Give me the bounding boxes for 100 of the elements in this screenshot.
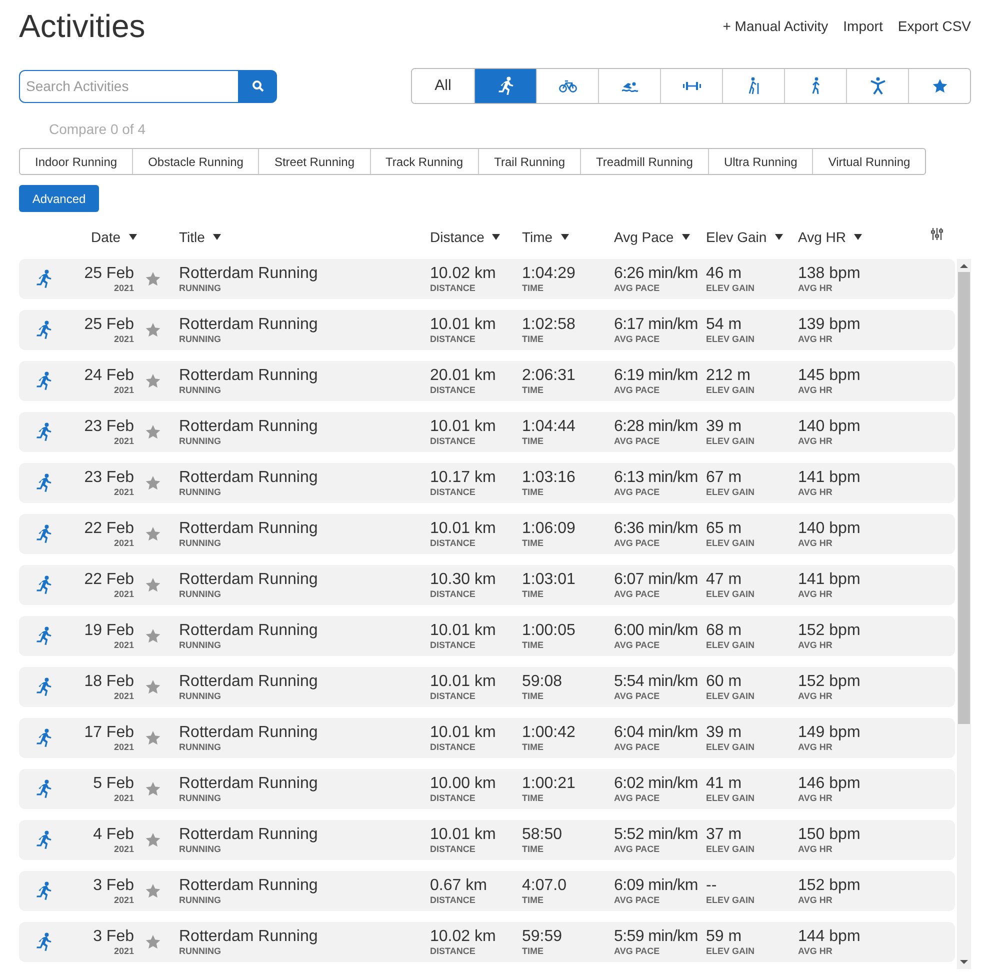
title-link[interactable]: Rotterdam Running [179,468,430,487]
field-label: TIME [522,640,544,651]
activity-row[interactable]: 19 Feb 2021 Rotterdam Running RUNNING 10.01 km DISTANCE 1:00:05 TIME 6:00 min/km AVG PACE 68 m ELEV GAIN 152 bpm AVG HR [19,616,955,656]
activity-row[interactable]: 18 Feb 2021 Rotterdam Running RUNNING 10.01 km DISTANCE 59:08 TIME 5:54 min/km AVG PACE 60 m ELEV GAIN 152 bpm AVG HR [19,667,955,707]
field-label: RUNNING [179,283,222,294]
field-label: AVG PACE [614,895,661,906]
title-link[interactable]: Rotterdam Running [179,570,430,589]
star-icon[interactable] [145,781,161,797]
field-label: AVG PACE [614,334,661,345]
title-link[interactable]: Rotterdam Running [179,927,430,946]
subtype-tab[interactable]: Trail Running [478,149,580,174]
subtype-tab[interactable]: Virtual Running [812,149,926,174]
advanced-button[interactable]: Advanced [19,185,99,212]
activity-row[interactable]: 24 Feb 2021 Rotterdam Running RUNNING 20.01 km DISTANCE 2:06:31 TIME 6:19 min/km AVG PACE 212 m ELEV GAIN 145 bpm AVG HR [19,361,955,401]
column-settings-icon[interactable] [931,228,943,240]
star-icon[interactable] [145,883,161,899]
star-icon[interactable] [145,271,161,287]
field-label: ELEV GAIN [706,640,756,651]
runner-icon [34,932,54,952]
title-link[interactable]: Rotterdam Running [179,417,430,436]
star-icon[interactable] [145,628,161,644]
activity-row[interactable]: 5 Feb 2021 Rotterdam Running RUNNING 10.00 km DISTANCE 1:00:21 TIME 6:02 min/km AVG PACE 41 m ELEV GAIN 146 bpm AVG HR [19,769,955,809]
column-header[interactable]: Distance [430,226,500,248]
activity-row[interactable]: 25 Feb 2021 Rotterdam Running RUNNING 10.01 km DISTANCE 1:02:58 TIME 6:17 min/km AVG PACE 54 m ELEV GAIN 139 bpm AVG HR [19,310,955,350]
activity-row[interactable]: 4 Feb 2021 Rotterdam Running RUNNING 10.01 km DISTANCE 58:50 TIME 5:52 min/km AVG PACE 37 m ELEV GAIN 150 bpm AVG HR [19,820,955,860]
activity-row[interactable]: 25 Feb 2021 Rotterdam Running RUNNING 10.02 km DISTANCE 1:04:29 TIME 6:26 min/km AVG PACE 46 m ELEV GAIN 138 bpm AVG HR [19,259,955,299]
activity-type-tab[interactable] [474,69,536,103]
title-link[interactable]: Rotterdam Running [179,621,430,640]
header-link[interactable]: Export CSV [898,16,971,37]
column-header[interactable]: Time [522,226,569,248]
runner-icon [34,626,54,646]
activity-row[interactable]: 22 Feb 2021 Rotterdam Running RUNNING 10.30 km DISTANCE 1:03:01 TIME 6:07 min/km AVG PACE 47 m ELEV GAIN 141 bpm AVG HR [19,565,955,605]
star-icon[interactable] [145,934,161,950]
field-label: ELEV GAIN [706,487,756,498]
title-link[interactable]: Rotterdam Running [179,366,430,385]
activity-row[interactable]: 3 Feb 2021 Rotterdam Running RUNNING 10.02 km DISTANCE 59:59 TIME 5:59 min/km AVG PACE 59 m ELEV GAIN 144 bpm AVG HR [19,922,955,962]
column-header[interactable]: Title [179,226,221,248]
star-icon [932,78,948,94]
activity-row[interactable]: 17 Feb 2021 Rotterdam Running RUNNING 10.01 km DISTANCE 1:00:42 TIME 6:04 min/km AVG PACE 39 m ELEV GAIN 149 bpm AVG HR [19,718,955,758]
star-icon[interactable] [145,730,161,746]
activity-row[interactable]: 23 Feb 2021 Rotterdam Running RUNNING 10.17 km DISTANCE 1:03:16 TIME 6:13 min/km AVG PACE 67 m ELEV GAIN 141 bpm AVG HR [19,463,955,503]
field-label: AVG HR [798,436,834,447]
distance-value: 10.02 km [430,927,497,946]
column-header[interactable]: Date [91,226,137,248]
sort-caret-icon [128,234,137,240]
elevation-value: 59 m [706,927,743,946]
scrollbar-thumb[interactable] [958,272,970,724]
subtype-tab[interactable]: Treadmill Running [580,149,708,174]
title-link[interactable]: Rotterdam Running [179,876,430,895]
subtype-tab[interactable]: Obstacle Running [132,149,258,174]
subtype-tab[interactable]: Track Running [370,149,478,174]
heart-rate-value: 144 bpm [798,927,862,946]
star-icon[interactable] [145,322,161,338]
field-label: TIME [522,844,544,855]
star-icon[interactable] [145,832,161,848]
subtype-tab[interactable]: Indoor Running [20,149,132,174]
activity-row[interactable]: 23 Feb 2021 Rotterdam Running RUNNING 10.01 km DISTANCE 1:04:44 TIME 6:28 min/km AVG PACE 39 m ELEV GAIN 140 bpm AVG HR [19,412,955,452]
search-button[interactable] [239,70,277,102]
star-icon[interactable] [145,373,161,389]
field-label: AVG PACE [614,742,661,753]
subtype-tab[interactable]: Ultra Running [708,149,812,174]
scroll-down-icon[interactable] [960,958,968,966]
distance-value: 10.01 km [430,672,497,691]
heart-rate-value: 150 bpm [798,825,862,844]
title-link[interactable]: Rotterdam Running [179,723,430,742]
elevation-value: 60 m [706,672,743,691]
star-icon[interactable] [145,526,161,542]
star-icon[interactable] [145,679,161,695]
title-link[interactable]: Rotterdam Running [179,774,430,793]
title-link[interactable]: Rotterdam Running [179,519,430,538]
column-header[interactable]: Avg HR [798,226,862,248]
header-link[interactable]: + Manual Activity [722,16,828,37]
title-link[interactable]: Rotterdam Running [179,825,430,844]
column-header[interactable]: Elev Gain [706,226,783,248]
pace-value: 6:09 min/km [614,876,699,895]
field-label: DISTANCE [430,283,476,294]
heart-rate-value: 152 bpm [798,621,862,640]
field-label: TIME [522,487,544,498]
header-link[interactable]: Import [843,16,883,37]
year-text: 2021 [114,792,134,804]
star-icon[interactable] [145,475,161,491]
year-text: 2021 [114,742,134,752]
activity-type-tab[interactable] [908,69,970,103]
scrollbar[interactable] [957,259,971,969]
title-link[interactable]: Rotterdam Running [179,315,430,334]
field-label: DISTANCE [430,334,476,345]
star-icon[interactable] [145,577,161,593]
scroll-up-icon[interactable] [960,262,968,270]
activity-row[interactable]: 22 Feb 2021 Rotterdam Running RUNNING 10.01 km DISTANCE 1:06:09 TIME 6:36 min/km AVG PACE 65 m ELEV GAIN 140 bpm AVG HR [19,514,955,554]
title-link[interactable]: Rotterdam Running [179,264,430,283]
title-link[interactable]: Rotterdam Running [179,672,430,691]
field-label: ELEV GAIN [706,946,756,957]
column-header[interactable]: Avg Pace [614,226,690,248]
activity-row[interactable]: 3 Feb 2021 Rotterdam Running RUNNING 0.67 km DISTANCE 4:07.0 TIME 6:09 min/km AVG PACE -- ELEV GAIN 152 bpm AVG HR [19,871,955,911]
year-text: 2021 [114,282,134,294]
star-icon[interactable] [145,424,161,440]
field-label: AVG HR [798,946,834,957]
subtype-tab[interactable]: Street Running [258,149,370,174]
search-field[interactable]: Search Activities [19,70,239,102]
field-label: DISTANCE [430,844,476,855]
